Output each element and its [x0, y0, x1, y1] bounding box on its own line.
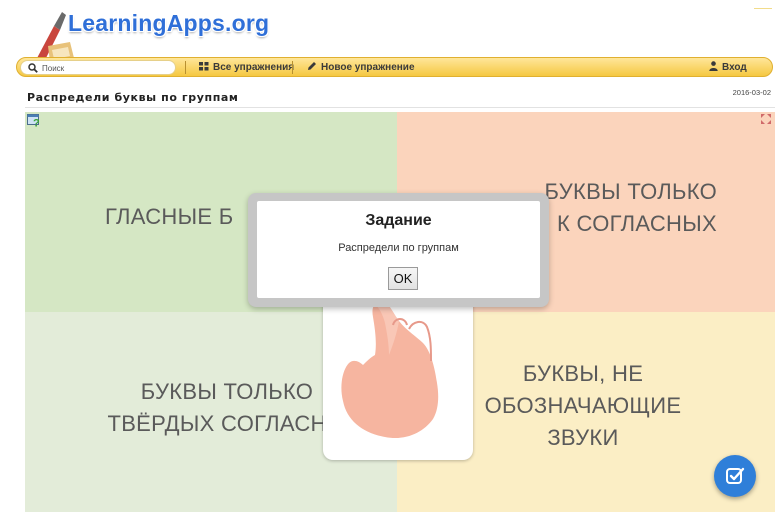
decorative-line — [754, 8, 772, 9]
pointing-hand-icon — [341, 300, 439, 439]
nav-login[interactable]: Вход — [709, 61, 747, 75]
help-icon[interactable]: ? — [27, 113, 41, 127]
nav-bar: Все упражнения Новое упражнение Вход — [16, 57, 773, 77]
nav-all-exercises[interactable]: Все упражнения — [199, 61, 294, 75]
check-button[interactable] — [714, 455, 756, 497]
pencil-icon — [308, 62, 316, 70]
page-title: Распредели буквы по группам — [27, 91, 239, 104]
task-dialog-body: Задание Распредели по группам OK — [257, 201, 540, 298]
user-icon — [709, 61, 718, 71]
site-logo[interactable]: LearningApps.org — [30, 6, 300, 66]
svg-text:?: ? — [33, 118, 40, 128]
expand-icon[interactable] — [761, 114, 771, 124]
page: LearningApps.org Все упражнения Новое уп… — [0, 0, 775, 512]
check-icon — [726, 467, 745, 484]
group-label: БУКВЫ, НЕ ОБОЗНАЧАЮЩИЕ ЗВУКИ — [484, 361, 682, 450]
nav-login-label: Вход — [722, 62, 747, 73]
draggable-card[interactable] — [323, 297, 473, 460]
grid-icon — [199, 62, 209, 71]
divider — [25, 107, 775, 108]
dialog-title: Задание — [365, 212, 432, 229]
search-input[interactable] — [42, 61, 172, 75]
search-icon — [28, 63, 38, 73]
task-dialog: Задание Распредели по группам OK — [248, 193, 549, 307]
search-box[interactable] — [20, 60, 176, 75]
group-label: ГЛАСНЫЕ Б — [105, 204, 234, 229]
ok-button[interactable]: OK — [388, 267, 418, 290]
nav-separator — [185, 61, 186, 74]
nav-new-exercise-label: Новое упражнение — [321, 62, 415, 73]
nav-all-exercises-label: Все упражнения — [213, 62, 295, 73]
nav-new-exercise[interactable]: Новое упражнение — [307, 61, 415, 75]
logo-text: LearningApps.org — [68, 10, 270, 36]
exercise-date: 2016-03-02 — [732, 88, 771, 97]
nav-separator — [292, 61, 293, 74]
dialog-text: Распредели по группам — [338, 242, 459, 254]
